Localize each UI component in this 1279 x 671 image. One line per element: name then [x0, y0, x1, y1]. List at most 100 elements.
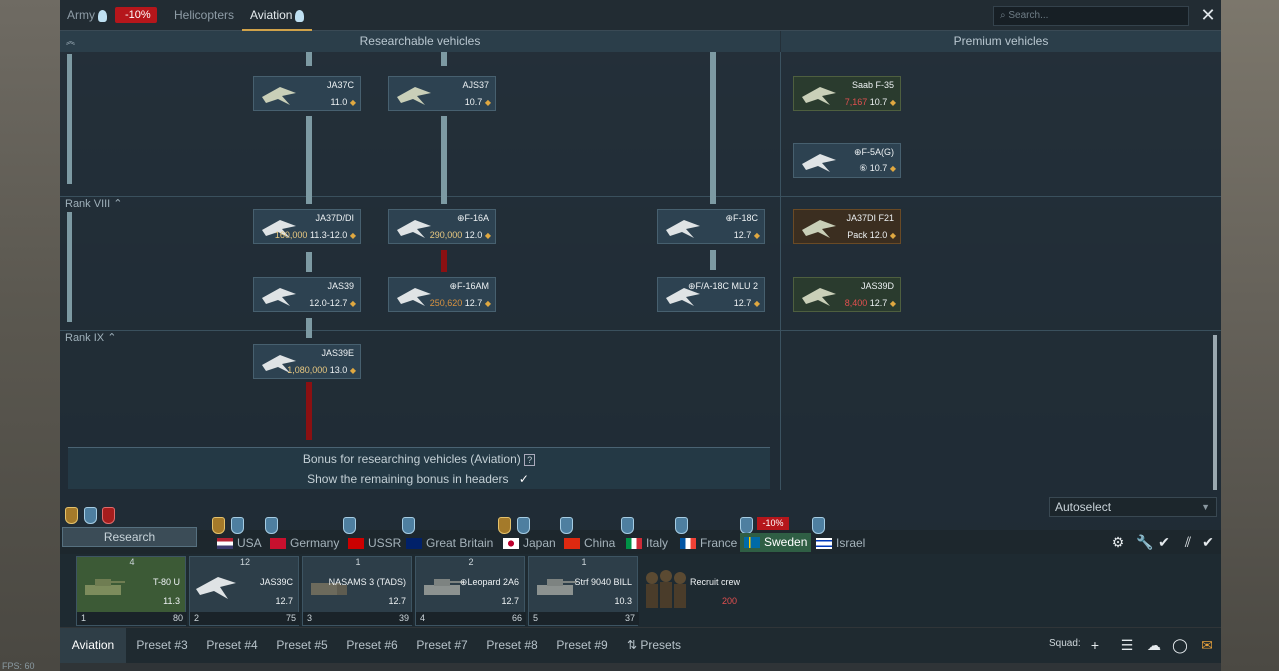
- vehicle-card[interactable]: ⊕F-18C 12.7 ◆: [657, 209, 765, 244]
- nation-sweden[interactable]: Sweden: [740, 533, 812, 552]
- ammo-icon[interactable]: ⫽: [1180, 534, 1196, 550]
- nation-usa[interactable]: USA: [217, 535, 262, 551]
- tab-aviation[interactable]: Aviation: [242, 0, 313, 31]
- vehicle-card[interactable]: JAS39 12.0-12.7 ◆: [253, 277, 361, 312]
- nation-israel[interactable]: Israel: [816, 535, 865, 551]
- premium-vehicle-card[interactable]: JA37DI F21 Pack 12.0 ◆: [793, 209, 901, 244]
- rank-label-9[interactable]: Rank IX ⌃: [65, 331, 116, 344]
- israel-flag-icon: [816, 538, 832, 550]
- wrench-icon[interactable]: 🔧: [1136, 534, 1153, 550]
- checkbox-checked-icon[interactable]: ✓: [517, 472, 531, 486]
- rank-arrow-line: [67, 54, 72, 184]
- nation-japan[interactable]: Japan: [503, 535, 556, 551]
- vehicle-name: JAS39E: [321, 348, 354, 358]
- research-marker-icon: [675, 517, 688, 534]
- crew-slot[interactable]: 1 Strf 9040 BILL 10.3 5 37: [528, 556, 639, 626]
- premium-vehicles-column: Saab F-35 7,167 10.7 ◆ ⊕F-5A(G) ⑥ 10.7 ◆…: [780, 52, 1221, 490]
- nation-label: Japan: [523, 536, 556, 550]
- research-marker-icon: [517, 517, 530, 534]
- premium-vehicle-card[interactable]: ⊕F-5A(G) ⑥ 10.7 ◆: [793, 143, 901, 178]
- crew-slot[interactable]: 12 JAS39C 12.7 2 75: [189, 556, 300, 626]
- search-input[interactable]: ⌕ Search...: [993, 6, 1189, 26]
- nation-discount-badge: -10%: [757, 517, 789, 530]
- vehicle-card[interactable]: JA37C 11.0 ◆: [253, 76, 361, 111]
- vehicle-card[interactable]: JA37D/DI 160,000 11.3-12.0 ◆: [253, 209, 361, 244]
- recruit-crew-button[interactable]: Recruit crew 200: [640, 566, 748, 614]
- jet-icon: [397, 220, 431, 238]
- premium-vehicle-card[interactable]: JAS39D 8,400 12.7 ◆: [793, 277, 901, 312]
- nation-great-britain[interactable]: Great Britain: [406, 535, 493, 551]
- preset-tab[interactable]: Preset #5: [268, 628, 336, 663]
- vehicle-br: 11.3: [163, 596, 180, 606]
- vehicle-card[interactable]: ⊕F-16AM 250,620 12.7 ◆: [388, 277, 496, 312]
- rank-marker-icon: [212, 517, 225, 534]
- vehicle-card[interactable]: ⊕F/A-18C MLU 2 12.7 ◆: [657, 277, 765, 312]
- vehicle-br: 12.7: [388, 596, 406, 606]
- preset-tab[interactable]: Preset #6: [338, 628, 406, 663]
- vehicle-name: ⊕F-16A: [456, 213, 489, 223]
- preset-tab[interactable]: Preset #7: [408, 628, 476, 663]
- crew-number: 2: [194, 613, 200, 623]
- chevron-up-icon[interactable]: ︽: [66, 31, 75, 52]
- slot-count: 1: [355, 557, 361, 567]
- lightbulb-icon: [98, 9, 107, 22]
- bonus-toggle[interactable]: Show the remaining bonus in headers ✓: [68, 472, 770, 486]
- tab-helicopters[interactable]: Helicopters: [174, 0, 234, 31]
- check-icon[interactable]: ✔: [1200, 534, 1216, 550]
- premium-header: Premium vehicles: [781, 31, 1221, 52]
- vehicle-name: ⊕F-16AM: [449, 281, 489, 291]
- recruit-label: Recruit crew: [690, 577, 741, 587]
- preset-tab[interactable]: Preset #8: [478, 628, 546, 663]
- nation-italy[interactable]: Italy: [626, 535, 668, 551]
- vehicle-name: JAS39C: [259, 577, 293, 587]
- rank-label-8[interactable]: Rank VIII ⌃: [65, 197, 123, 210]
- rank-9-text: Rank IX: [65, 332, 105, 344]
- nation-label: Sweden: [764, 535, 808, 549]
- slot-footer: 1 80: [77, 612, 187, 625]
- vehicle-card[interactable]: ⊕F-16A 290,000 12.0 ◆: [388, 209, 496, 244]
- preset-tab[interactable]: Preset #4: [198, 628, 266, 663]
- repair-marker-icon: [102, 507, 115, 524]
- jet-icon: [262, 87, 296, 105]
- research-marker-icon: [812, 517, 825, 534]
- nation-label: Italy: [646, 536, 669, 550]
- scrollbar[interactable]: [1213, 335, 1217, 490]
- crew-number: 3: [307, 613, 313, 623]
- plus-icon[interactable]: +: [1087, 637, 1103, 653]
- list-icon[interactable]: ☰: [1119, 637, 1135, 653]
- fps-counter: FPS: 60: [2, 661, 35, 671]
- help-icon[interactable]: ?: [524, 454, 536, 466]
- check-icon[interactable]: ✔: [1156, 534, 1172, 550]
- vehicle-name: ⊕Leopard 2A6: [459, 577, 519, 587]
- tab-army[interactable]: Army: [67, 0, 107, 31]
- preset-tab[interactable]: Preset #9: [548, 628, 616, 663]
- crew-slot[interactable]: 2 ⊕Leopard 2A6 12.7 4 66: [415, 556, 526, 626]
- autoselect-dropdown[interactable]: Autoselect ▼: [1049, 497, 1217, 517]
- chat-icon[interactable]: ◯: [1172, 637, 1188, 653]
- nation-china[interactable]: China: [564, 535, 615, 551]
- tree-connector: [306, 252, 312, 272]
- crew-slot[interactable]: 1 NASAMS 3 (TADS) 12.7 3 39: [302, 556, 413, 626]
- nation-label: Israel: [836, 536, 866, 550]
- crew-icon: [646, 570, 686, 608]
- researchable-header: ︽ Researchable vehicles: [60, 31, 780, 52]
- research-button[interactable]: Research: [62, 527, 197, 547]
- preset-tab[interactable]: Aviation: [60, 628, 126, 663]
- presets-menu[interactable]: ⇅ Presets: [618, 628, 690, 663]
- friends-icon[interactable]: ☁: [1146, 637, 1162, 653]
- premium-vehicle-card[interactable]: Saab F-35 7,167 10.7 ◆: [793, 76, 901, 111]
- preset-tab[interactable]: Preset #3: [128, 628, 196, 663]
- close-icon[interactable]: ✕: [1197, 4, 1219, 26]
- research-label: Research: [103, 530, 156, 544]
- nation-france[interactable]: France: [680, 535, 737, 551]
- vehicle-card[interactable]: AJS37 10.7 ◆: [388, 76, 496, 111]
- gear-icon[interactable]: ⚙: [1110, 534, 1126, 550]
- nation-germany[interactable]: Germany: [270, 535, 339, 551]
- mail-icon[interactable]: ✉: [1199, 637, 1215, 653]
- vehicle-card[interactable]: JAS39E 1,080,000 13.0 ◆: [253, 344, 361, 379]
- vehicle-name: JA37D/DI: [315, 213, 354, 223]
- vehicle-name: AJS37: [462, 80, 489, 90]
- crew-number: 4: [420, 613, 426, 623]
- crew-slot[interactable]: 4 T-80 U 11.3 1 80: [76, 556, 187, 626]
- nation-ussr[interactable]: USSR: [348, 535, 401, 551]
